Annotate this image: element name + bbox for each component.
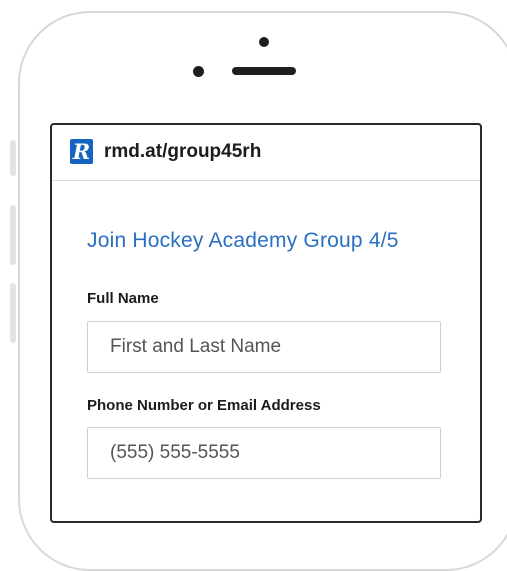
mute-switch	[10, 140, 16, 176]
browser-address-bar[interactable]: R rmd.at/group45rh	[52, 125, 480, 181]
phone-screen: R rmd.at/group45rh Join Hockey Academy G…	[50, 123, 482, 523]
contact-label: Phone Number or Email Address	[87, 397, 321, 414]
phone-or-email-input[interactable]	[87, 427, 441, 479]
full-name-input[interactable]	[87, 321, 441, 373]
proximity-sensor-icon	[193, 66, 204, 77]
full-name-label: Full Name	[87, 290, 159, 307]
url-text[interactable]: rmd.at/group45rh	[104, 138, 261, 166]
front-camera-icon	[259, 37, 269, 47]
remind-logo-icon: R	[70, 139, 93, 164]
form-title: Join Hockey Academy Group 4/5	[87, 229, 399, 252]
earpiece-speaker	[232, 67, 296, 75]
volume-up-button	[10, 205, 16, 265]
volume-down-button	[10, 283, 16, 343]
